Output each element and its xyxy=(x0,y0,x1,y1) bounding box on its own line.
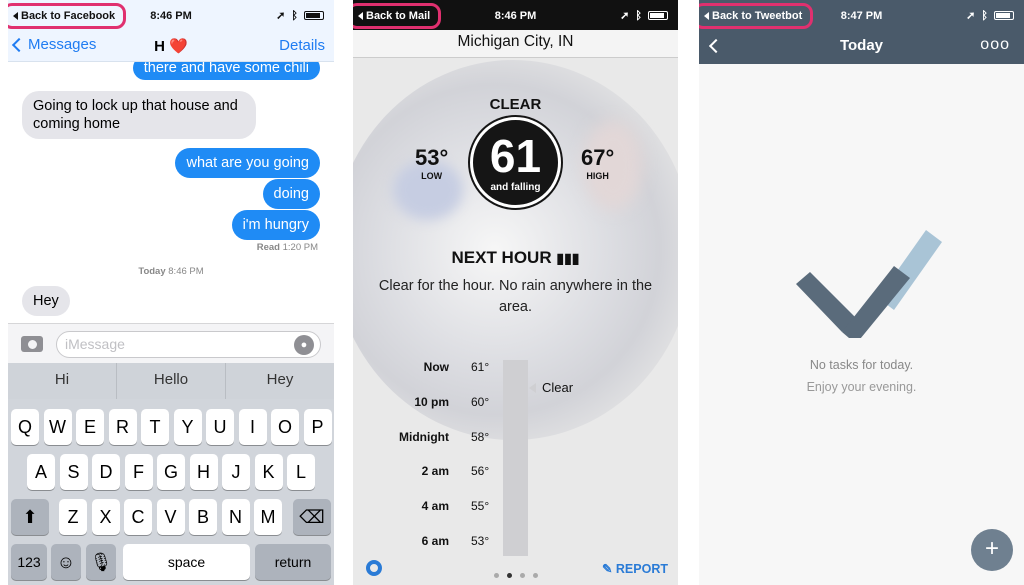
predictive-bar: Hi Hello Hey xyxy=(8,363,334,399)
key-z[interactable]: Z xyxy=(59,499,87,535)
key-b[interactable]: B xyxy=(189,499,217,535)
emoji-icon: ☺ xyxy=(56,552,76,572)
message-bubble-outgoing[interactable]: what are you going xyxy=(175,148,320,178)
key-i[interactable]: I xyxy=(238,409,267,445)
bluetooth-icon: ᛒ xyxy=(635,9,642,22)
microphone-icon[interactable]: ● xyxy=(294,335,314,355)
key-o[interactable]: O xyxy=(271,409,299,445)
dictation-key[interactable]: 🎙 xyxy=(86,544,116,580)
precipitation-timeline[interactable] xyxy=(503,360,528,556)
key-s[interactable]: S xyxy=(59,454,88,490)
more-options-icon[interactable]: ooo xyxy=(980,36,1010,54)
backspace-icon: ⌫ xyxy=(299,507,325,527)
page-title: Today xyxy=(839,37,884,54)
microphone-icon: 🎙 xyxy=(89,552,113,572)
message-bubble-outgoing[interactable]: doing xyxy=(262,179,320,209)
tasks-header: Today ooo xyxy=(699,32,1024,64)
page-dot-active xyxy=(506,573,512,578)
prediction-hello[interactable]: Hello xyxy=(117,363,226,399)
messages-screen: Back to Facebook 8:46 PM ➚ ᛒ Messages H … xyxy=(8,0,334,585)
next-hour-heading: NEXT HOUR ▮▮▮ xyxy=(451,248,580,267)
pointer-icon xyxy=(529,382,536,393)
status-bar: Back to Facebook 8:46 PM ➚ ᛒ xyxy=(8,0,334,32)
status-icons: ➚ ᛒ xyxy=(276,9,324,22)
add-task-button[interactable]: + xyxy=(971,529,1013,571)
bar-chart-icon: ▮▮▮ xyxy=(556,250,580,266)
location-arrow-icon: ➚ xyxy=(620,10,630,22)
return-key[interactable]: return xyxy=(255,544,331,580)
conversation-timestamp: Today 8:46 PM xyxy=(138,266,204,277)
page-dot xyxy=(519,573,525,578)
checkmark-dark-long-stroke xyxy=(842,266,910,338)
key-g[interactable]: G xyxy=(157,454,185,490)
key-d[interactable]: D xyxy=(92,454,120,490)
key-u[interactable]: U xyxy=(206,409,234,445)
shift-key[interactable]: ⬆ xyxy=(11,499,49,535)
battery-icon xyxy=(648,11,668,20)
key-w[interactable]: W xyxy=(43,409,72,445)
key-c[interactable]: C xyxy=(124,499,152,535)
page-dot xyxy=(493,573,499,578)
key-v[interactable]: V xyxy=(156,499,185,535)
message-bubble-incoming[interactable]: Going to lock up that house and coming h… xyxy=(22,91,256,139)
location-arrow-icon: ➚ xyxy=(276,10,286,22)
key-m[interactable]: M xyxy=(254,499,282,535)
key-y[interactable]: Y xyxy=(173,409,202,445)
key-h[interactable]: H xyxy=(189,454,218,490)
key-j[interactable]: J xyxy=(222,454,250,490)
emoji-key[interactable]: ☺ xyxy=(51,544,81,580)
status-bar: Back to Tweetbot 8:47 PM ➚ ᛒ xyxy=(699,0,1024,32)
shift-arrow-icon: ⬆ xyxy=(22,507,38,527)
status-icons: ➚ ᛒ xyxy=(966,9,1014,22)
current-condition: CLEAR xyxy=(489,96,542,113)
read-receipt: Read 1:20 PM xyxy=(256,242,318,253)
checkmark-dark-short-stroke xyxy=(796,272,856,332)
status-bar: Back to Mail 8:46 PM ➚ ᛒ xyxy=(353,0,678,30)
city-title[interactable]: Michigan City, IN xyxy=(353,30,678,58)
next-hour-summary: Clear for the hour. No rain anywhere in … xyxy=(378,278,653,315)
key-e[interactable]: E xyxy=(76,409,104,445)
key-n[interactable]: N xyxy=(221,499,250,535)
delete-key[interactable]: ⌫ xyxy=(293,499,331,535)
camera-icon[interactable] xyxy=(21,336,43,352)
key-l[interactable]: L xyxy=(287,454,315,490)
high-temp: 67° HIGH xyxy=(581,145,615,181)
empty-state-subtitle: Enjoy your evening. xyxy=(806,380,917,394)
tasks-screen: Back to Tweetbot 8:47 PM ➚ ᛒ Today ooo N… xyxy=(699,0,1024,585)
keyboard: Q W E R T Y U I O P A S D F G H J K L ⬆ Z X C V B N M ⌫ 123 ☺ 🎙 space re… xyxy=(8,399,334,585)
key-r[interactable]: R xyxy=(108,409,137,445)
report-button[interactable]: ✎ REPORT xyxy=(602,561,668,576)
message-bubble-incoming[interactable]: Hey xyxy=(22,286,70,316)
imessage-input[interactable]: iMessage ● xyxy=(56,331,321,358)
details-button[interactable]: Details xyxy=(279,37,325,54)
bluetooth-icon: ᛒ xyxy=(291,9,298,22)
prediction-hi[interactable]: Hi xyxy=(8,363,117,399)
message-bubble-outgoing[interactable]: i'm hungry xyxy=(231,210,320,240)
location-arrow-icon: ➚ xyxy=(966,10,976,22)
battery-icon xyxy=(304,11,324,20)
current-temp-circle[interactable]: 61 and falling xyxy=(470,117,561,208)
low-temp: 53° LOW xyxy=(415,145,449,181)
pencil-icon: ✎ xyxy=(601,562,613,576)
timeline-label: Clear xyxy=(529,380,573,395)
key-f[interactable]: F xyxy=(124,454,153,490)
space-key[interactable]: space xyxy=(123,544,250,580)
prediction-hey[interactable]: Hey xyxy=(226,363,334,399)
message-input-bar: iMessage ● xyxy=(8,323,334,363)
battery-icon xyxy=(994,11,1014,20)
key-t[interactable]: T xyxy=(141,409,169,445)
key-k[interactable]: K xyxy=(254,454,283,490)
empty-state-title: No tasks for today. xyxy=(809,358,914,372)
checkmark-icon xyxy=(796,230,942,338)
key-p[interactable]: P xyxy=(303,409,332,445)
conversation-nav-bar: Messages H ❤️ Details xyxy=(8,32,334,62)
key-a[interactable]: A xyxy=(27,454,55,490)
page-dot xyxy=(532,573,538,578)
key-x[interactable]: X xyxy=(91,499,120,535)
bluetooth-icon: ᛒ xyxy=(981,9,988,22)
numbers-key[interactable]: 123 xyxy=(11,544,47,580)
status-icons: ➚ ᛒ xyxy=(620,9,668,22)
key-q[interactable]: Q xyxy=(11,409,39,445)
weather-screen: Back to Mail 8:46 PM ➚ ᛒ Michigan City, … xyxy=(353,0,678,585)
